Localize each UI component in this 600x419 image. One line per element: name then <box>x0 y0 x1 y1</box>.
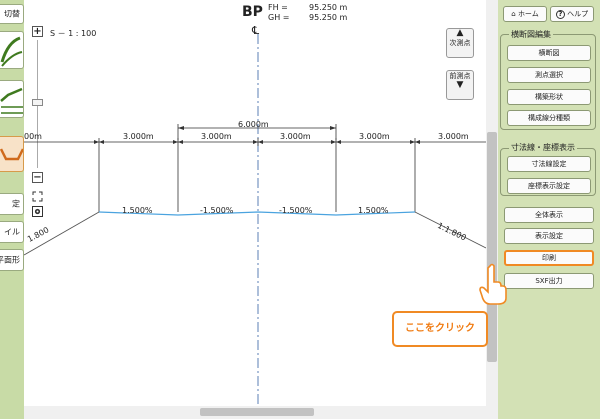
slope-label: -1.500% <box>279 206 313 215</box>
point-select-button[interactable]: 測点選択 <box>507 67 591 83</box>
left-edge-dimension: 00m <box>24 132 42 141</box>
next-station-button[interactable]: ▲ 次測点 <box>446 28 474 58</box>
total-width-label: 6.000m <box>238 120 269 129</box>
home-label: ホーム <box>517 10 539 18</box>
click-here-callout: ここをクリック <box>392 311 488 347</box>
pointing-hand-icon <box>476 262 510 306</box>
cross-section-icon <box>0 148 23 161</box>
home-button[interactable]: ⌂ ホーム <box>503 6 547 22</box>
profile-line-icon <box>0 87 23 114</box>
plan-curve-icon <box>0 36 23 67</box>
plan-view-tool-icon[interactable] <box>0 31 24 69</box>
display-setting-button[interactable]: 表示設定 <box>504 228 594 244</box>
coordinate-display-button[interactable]: 座標表示設定 <box>507 178 591 194</box>
toolbar-plan-shape-button[interactable]: 平面形 <box>0 249 24 271</box>
vertical-scrollbar-thumb[interactable] <box>487 132 497 362</box>
next-station-label: 次測点 <box>449 39 471 47</box>
segment-dimension-label: 3.000m <box>280 132 311 141</box>
segment-dimension-label: 3.000m <box>123 132 154 141</box>
slope-label: 1.500% <box>358 206 389 215</box>
toolbar-file-label: イル <box>4 227 20 237</box>
component-line-type-button[interactable]: 構成線分種類 <box>507 110 591 126</box>
profile-tool-icon[interactable] <box>0 80 24 118</box>
horizontal-scrollbar-thumb[interactable] <box>200 408 314 416</box>
prev-station-button[interactable]: 前測点 ▼ <box>446 70 474 100</box>
segment-dimension-label: 3.000m <box>359 132 390 141</box>
structure-shape-button[interactable]: 構築形状 <box>507 89 591 105</box>
left-toolbar: 切替 定 イル 平面形 <box>0 0 24 419</box>
print-button[interactable]: 印刷 <box>504 250 594 266</box>
toolbar-switch-label: 切替 <box>4 9 20 19</box>
slope-label: -1.500% <box>200 206 234 215</box>
help-button[interactable]: ? ヘルプ <box>550 6 594 22</box>
help-icon: ? <box>555 10 565 19</box>
help-label: ヘルプ <box>567 10 589 18</box>
home-icon: ⌂ <box>511 10 516 18</box>
dimension-coord-title: 寸法線・座標表示 <box>509 142 577 153</box>
toolbar-setting-label: 定 <box>12 199 20 209</box>
toolbar-file-button[interactable]: イル <box>0 221 24 243</box>
toolbar-setting-button[interactable]: 定 <box>0 193 24 215</box>
segment-dimension-label: 3.000m <box>201 132 232 141</box>
toolbar-plan-shape-label: 平面形 <box>0 255 20 265</box>
down-arrow-icon: ▼ <box>456 80 464 90</box>
cross-section-edit-title: 横断図編集 <box>509 29 553 40</box>
cross-section-tool-icon[interactable] <box>0 136 24 172</box>
prev-station-label: 前測点 <box>449 72 471 80</box>
sxf-output-button[interactable]: SXF出力 <box>504 273 594 289</box>
slope-label: 1.500% <box>122 206 153 215</box>
up-arrow-icon: ▲ <box>456 28 464 38</box>
dimension-setting-button[interactable]: 寸法線設定 <box>507 156 591 172</box>
toolbar-switch-button[interactable]: 切替 <box>0 4 24 24</box>
segment-dimension-label: 3.000m <box>438 132 469 141</box>
full-display-button[interactable]: 全体表示 <box>504 207 594 223</box>
cross-section-button[interactable]: 横断図 <box>507 45 591 61</box>
